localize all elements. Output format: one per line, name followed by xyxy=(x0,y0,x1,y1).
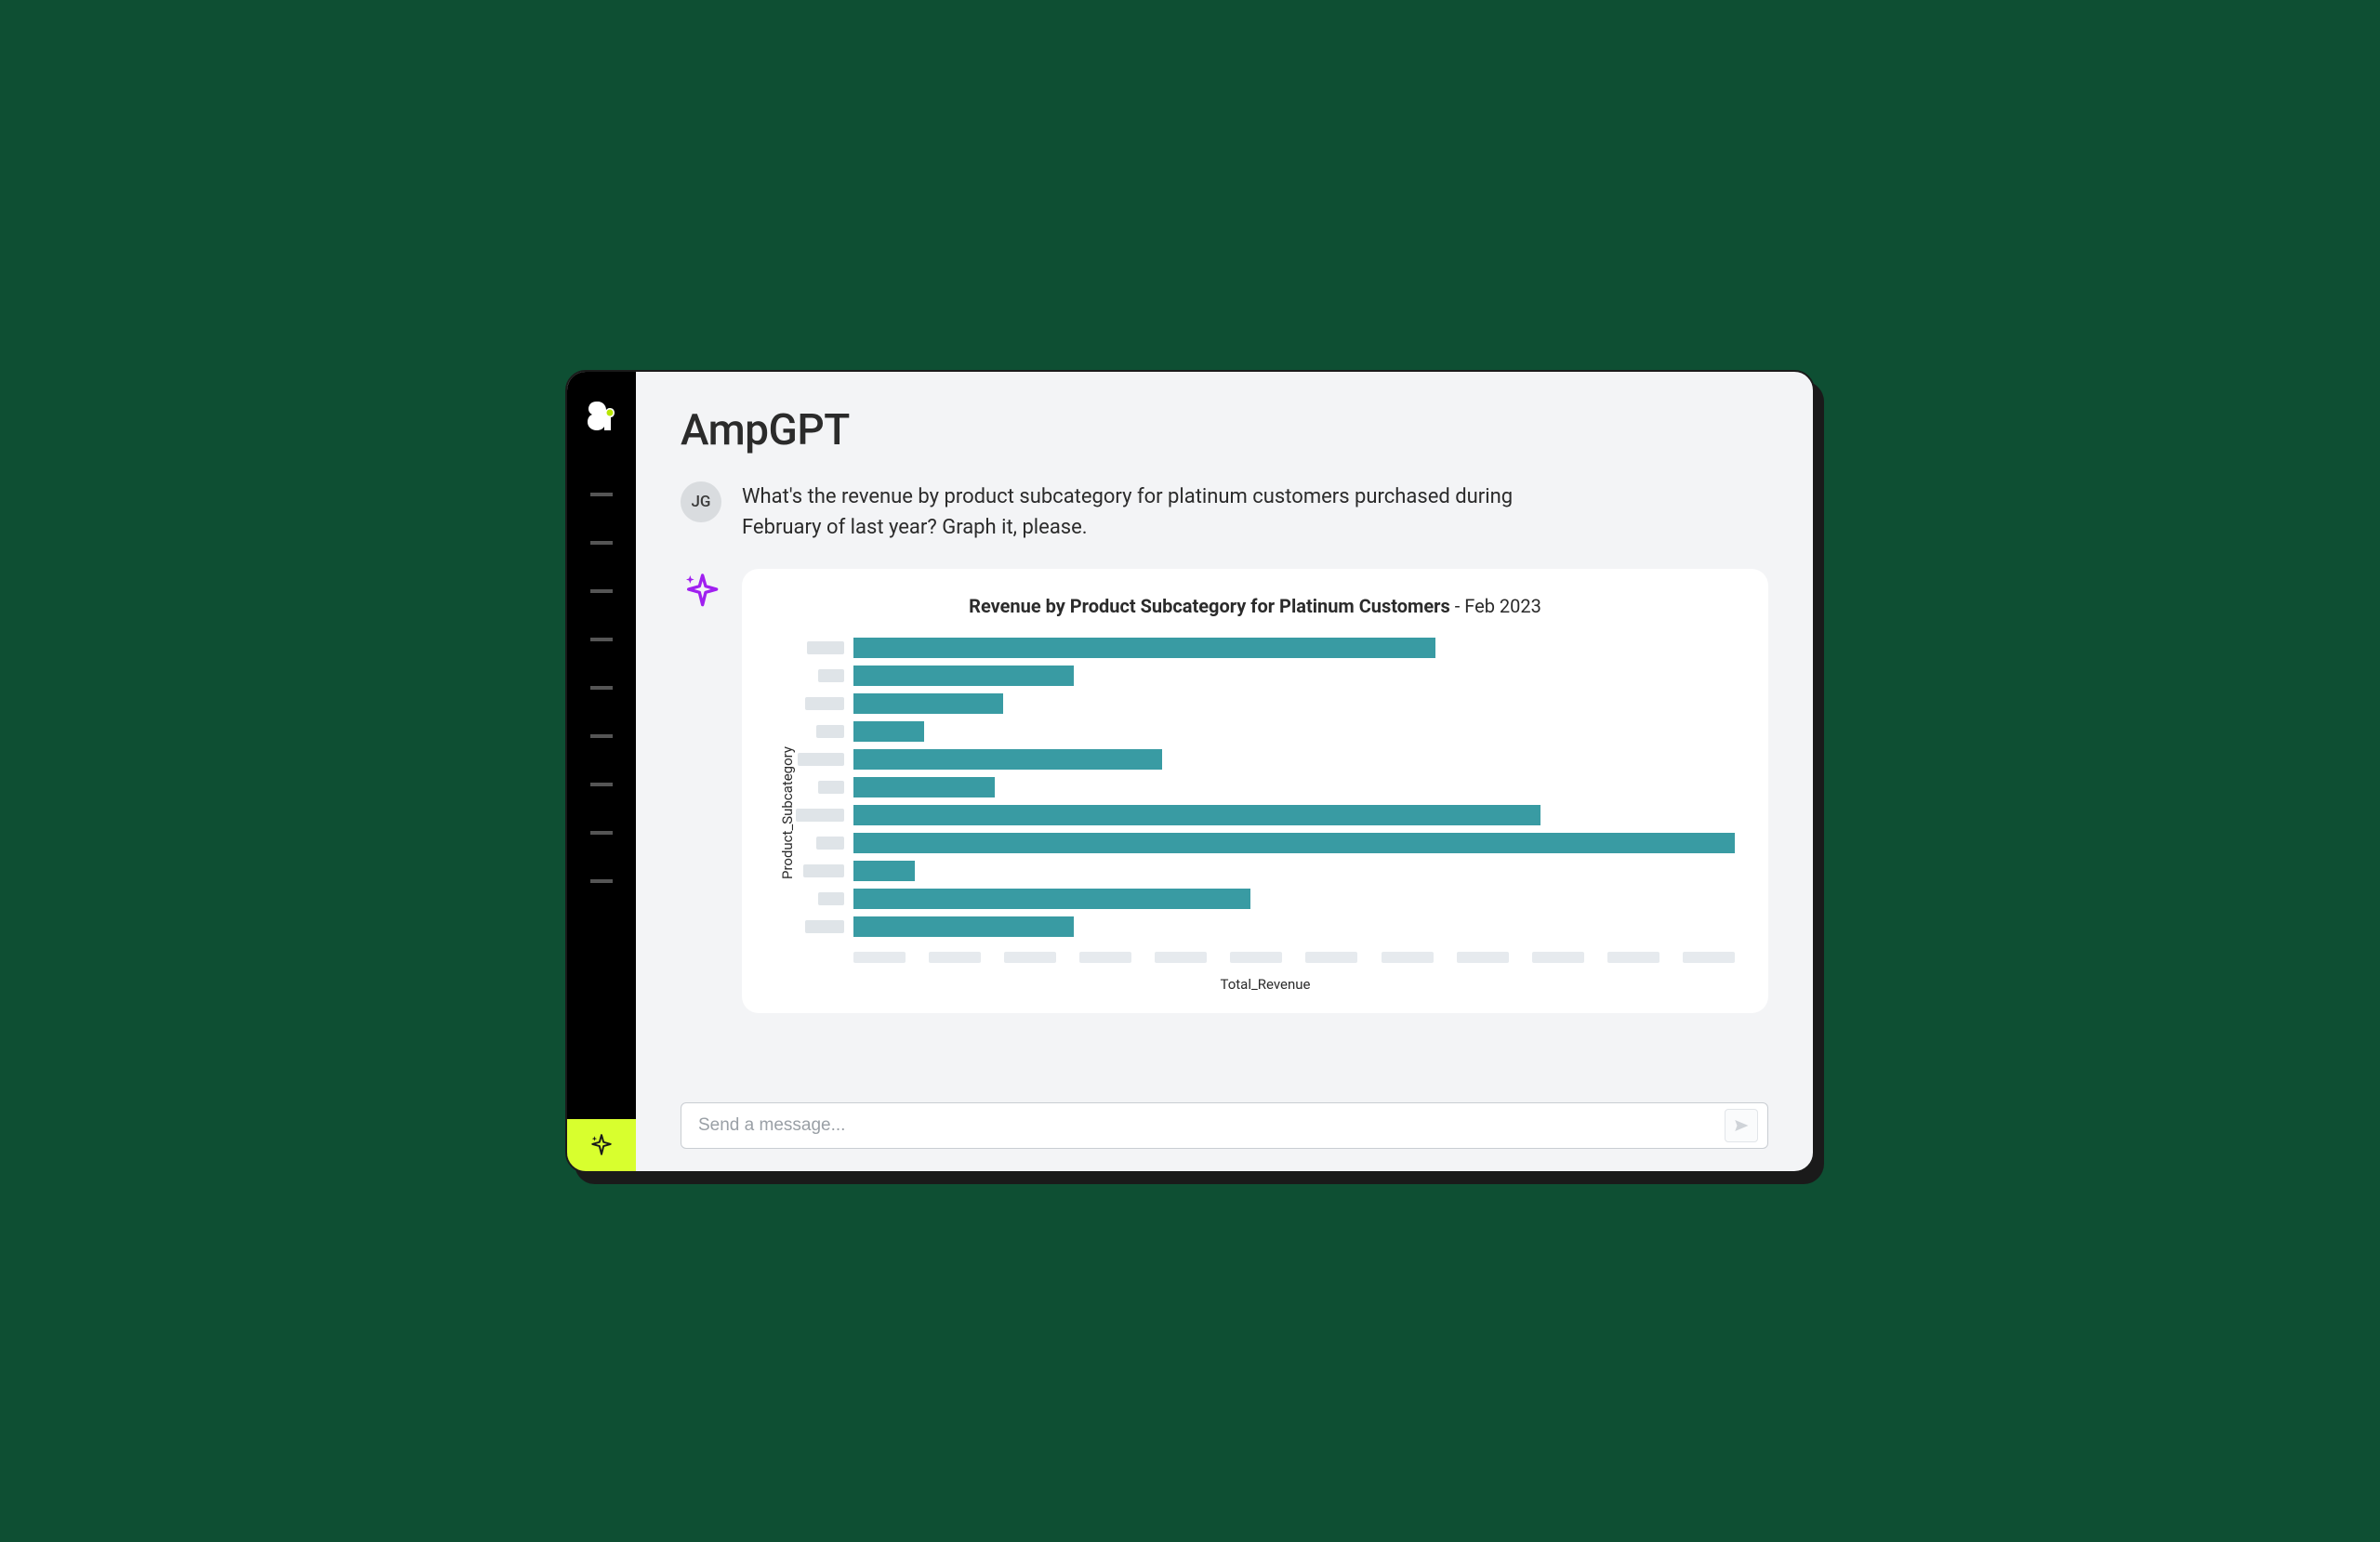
chart-bar-row xyxy=(796,861,1735,881)
chart-bar-row xyxy=(796,777,1735,797)
chart-category-placeholder xyxy=(818,892,844,905)
chart-x-tick-placeholder xyxy=(929,952,981,963)
chart-y-axis-label: Product_Subcategory xyxy=(775,634,796,993)
chart-bar-row xyxy=(796,916,1735,937)
assistant-message-row: Revenue by Product Subcategory for Plati… xyxy=(681,569,1768,1048)
sidebar-nav-item[interactable] xyxy=(590,879,613,883)
chart-bar-row xyxy=(796,666,1735,686)
chart-x-tick-placeholder xyxy=(1004,952,1056,963)
assistant-avatar xyxy=(681,569,721,612)
chart-title-separator: - xyxy=(1450,595,1464,617)
chart-bar xyxy=(853,777,995,797)
chart-category-placeholder xyxy=(818,669,844,682)
chart-x-tick-placeholder xyxy=(1532,952,1584,963)
sidebar-nav-item[interactable] xyxy=(590,638,613,641)
sidebar-nav-item[interactable] xyxy=(590,734,613,738)
send-icon xyxy=(1733,1117,1750,1134)
sidebar-nav-item[interactable] xyxy=(590,541,613,545)
sidebar-nav-item[interactable] xyxy=(590,831,613,835)
chart-category-placeholder xyxy=(816,725,844,738)
chart-bar-row xyxy=(796,889,1735,909)
chart-category-placeholder xyxy=(798,753,844,766)
chart-x-tick-placeholder xyxy=(1230,952,1282,963)
sparkle-icon xyxy=(682,571,720,608)
chart-card: Revenue by Product Subcategory for Plati… xyxy=(742,569,1768,1013)
sidebar-nav-item[interactable] xyxy=(590,686,613,690)
chart-bar xyxy=(853,805,1540,825)
sidebar-nav-item[interactable] xyxy=(590,589,613,593)
chart-bars xyxy=(796,634,1735,941)
app-title: AmpGPT xyxy=(681,405,1768,455)
sidebar-active-indicator[interactable] xyxy=(567,1119,636,1171)
chart-category-placeholder xyxy=(796,809,844,822)
user-avatar: JG xyxy=(681,481,721,522)
chart-x-tick-placeholder xyxy=(1607,952,1659,963)
chart-category-placeholder xyxy=(807,641,844,654)
brand-logo-icon xyxy=(586,398,617,437)
main-panel: AmpGPT JG What's the revenue by product … xyxy=(636,372,1813,1171)
chart-category-placeholder xyxy=(805,697,844,710)
chart-bar xyxy=(853,861,915,881)
app-frame: AmpGPT JG What's the revenue by product … xyxy=(565,370,1815,1173)
chart-title-main: Revenue by Product Subcategory for Plati… xyxy=(969,595,1450,617)
chat-input[interactable] xyxy=(696,1114,1725,1137)
sidebar-nav-list xyxy=(590,493,613,883)
chart-bar-row xyxy=(796,721,1735,742)
chart-bar-row xyxy=(796,805,1735,825)
chart-bar-row xyxy=(796,749,1735,770)
sparkle-icon xyxy=(589,1133,614,1157)
chart-bar xyxy=(853,833,1735,853)
chart-category-placeholder xyxy=(816,837,844,850)
send-button[interactable] xyxy=(1725,1109,1758,1142)
chart-bar xyxy=(853,749,1162,770)
sidebar-nav-item[interactable] xyxy=(590,783,613,786)
chart-title-suffix: Feb 2023 xyxy=(1464,595,1541,617)
chart-x-axis-label: Total_Revenue xyxy=(796,976,1735,993)
chart-bar-row xyxy=(796,638,1735,658)
chart-bar xyxy=(853,693,1003,714)
chart-x-tick-placeholder xyxy=(1382,952,1434,963)
chat-input-row xyxy=(681,1102,1768,1149)
chart-body: Product_Subcategory Total_Revenue xyxy=(775,634,1735,993)
user-message-row: JG What's the revenue by product subcate… xyxy=(681,481,1768,543)
chart-x-ticks xyxy=(796,952,1735,963)
chart-bar-row xyxy=(796,833,1735,853)
chart-bar xyxy=(853,638,1435,658)
chart-bar xyxy=(853,916,1074,937)
sidebar xyxy=(567,372,636,1171)
chart-category-placeholder xyxy=(803,864,844,877)
user-message-text: What's the revenue by product subcategor… xyxy=(742,481,1579,543)
chart-category-placeholder xyxy=(805,920,844,933)
chart-x-tick-placeholder xyxy=(853,952,906,963)
chart-plot-area: Total_Revenue xyxy=(796,634,1735,993)
chart-x-tick-placeholder xyxy=(1683,952,1735,963)
chart-x-tick-placeholder xyxy=(1155,952,1207,963)
chart-category-placeholder xyxy=(818,781,844,794)
chart-x-tick-placeholder xyxy=(1079,952,1131,963)
chart-title: Revenue by Product Subcategory for Plati… xyxy=(775,595,1735,617)
chart-x-tick-placeholder xyxy=(1457,952,1509,963)
chart-bar xyxy=(853,889,1250,909)
sidebar-nav-item[interactable] xyxy=(590,493,613,496)
chart-bar xyxy=(853,721,924,742)
chart-x-tick-placeholder xyxy=(1305,952,1357,963)
chart-bar-row xyxy=(796,693,1735,714)
chart-bar xyxy=(853,666,1074,686)
